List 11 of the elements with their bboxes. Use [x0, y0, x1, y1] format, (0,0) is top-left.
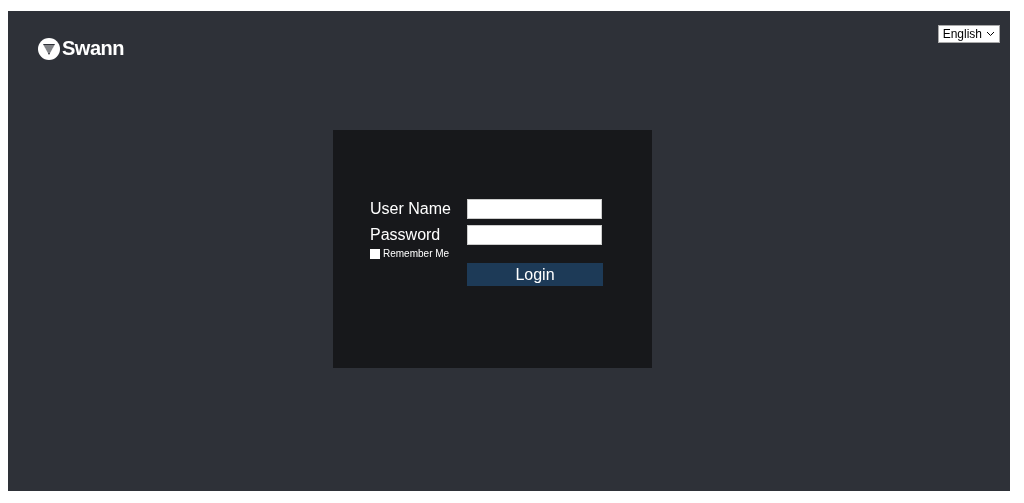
logo-icon — [38, 37, 60, 60]
language-select[interactable]: English — [937, 25, 1000, 43]
logo-text: Swann — [62, 37, 124, 60]
remember-label: Remember Me — [383, 248, 450, 259]
field-label: User Name — [370, 200, 452, 218]
username-field[interactable] — [467, 199, 602, 219]
field-label: Password — [370, 226, 442, 244]
password-field[interactable] — [467, 225, 602, 245]
chevron-icon — [986, 31, 995, 37]
login-button[interactable]: Login — [467, 263, 603, 286]
remember-checkbox[interactable] — [370, 248, 380, 259]
